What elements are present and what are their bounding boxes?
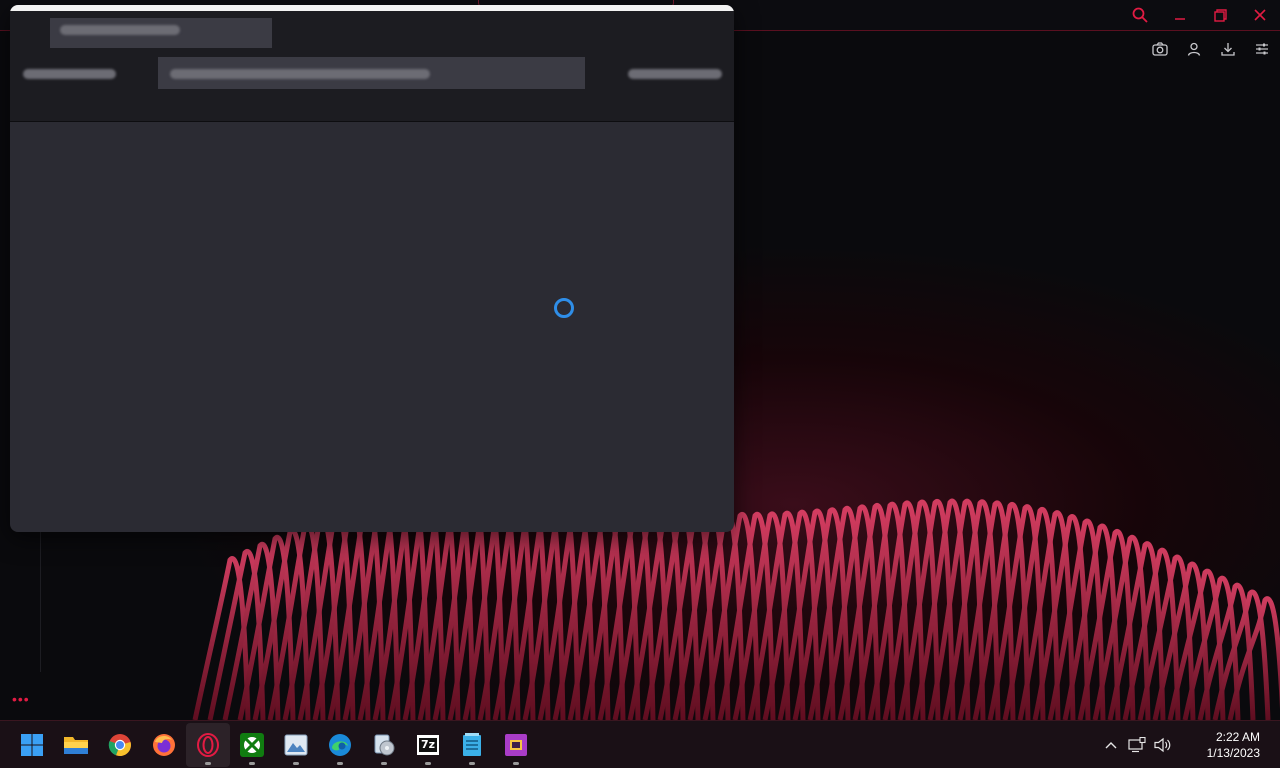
loading-spinner — [554, 298, 574, 318]
restore-icon[interactable] — [1200, 0, 1240, 30]
taskbar: 7z 2:22 AM 1/13/2023 — [0, 720, 1280, 768]
loading-dialog — [10, 5, 734, 532]
network-icon[interactable] — [1124, 725, 1150, 765]
clock-time: 2:22 AM — [1215, 730, 1260, 744]
taskbar-opera-gx[interactable] — [186, 723, 230, 767]
firefox-icon — [153, 734, 175, 756]
placeholder-text — [60, 25, 180, 35]
7zip-icon: 7z — [417, 735, 439, 755]
clock-date: 1/13/2023 — [1206, 746, 1260, 760]
placeholder-text — [23, 69, 116, 79]
running-indicator — [381, 762, 387, 765]
running-indicator — [337, 762, 343, 765]
chevron-up-icon[interactable] — [1098, 725, 1124, 765]
taskbar-edge[interactable] — [318, 723, 362, 767]
7zip-label: 7z — [418, 738, 438, 752]
xbox-icon — [240, 733, 264, 757]
edge-icon — [329, 734, 351, 756]
browser-toolbar — [1150, 38, 1272, 60]
photos-icon — [284, 734, 308, 756]
search-icon[interactable] — [1120, 0, 1160, 30]
taskbar-notepad[interactable] — [450, 723, 494, 767]
running-indicator — [249, 762, 255, 765]
camera-icon[interactable] — [1150, 38, 1170, 60]
chrome-icon — [108, 734, 131, 757]
running-indicator — [469, 762, 475, 765]
taskbar-file-explorer[interactable] — [54, 723, 98, 767]
placeholder-text — [170, 69, 430, 79]
taskbar-apps: 7z — [10, 721, 538, 768]
running-indicator — [205, 762, 211, 765]
system-tray: 2:22 AM 1/13/2023 — [1098, 721, 1280, 768]
taskbar-clock[interactable]: 2:22 AM 1/13/2023 — [1186, 729, 1280, 761]
taskbar-chrome[interactable] — [98, 723, 142, 767]
taskbar-xbox[interactable] — [230, 723, 274, 767]
sidebar-divider — [40, 532, 41, 672]
windows-logo-icon — [21, 734, 43, 756]
dialog-header — [10, 11, 734, 122]
running-indicator — [293, 762, 299, 765]
minimize-icon[interactable] — [1160, 0, 1200, 30]
sidebar-more-button[interactable]: ••• — [12, 692, 30, 706]
user-icon[interactable] — [1184, 38, 1204, 60]
volume-icon[interactable] — [1150, 725, 1176, 765]
taskbar-snipping-tool[interactable] — [494, 723, 538, 767]
media-icon — [374, 734, 395, 756]
running-indicator — [425, 762, 431, 765]
running-indicator — [513, 762, 519, 765]
close-icon[interactable] — [1240, 0, 1280, 30]
taskbar-media-app[interactable] — [362, 723, 406, 767]
taskbar-photos[interactable] — [274, 723, 318, 767]
placeholder-text — [628, 69, 722, 79]
window-controls — [1120, 0, 1280, 30]
settings-icon[interactable] — [1252, 38, 1272, 60]
snip-icon — [505, 734, 527, 756]
download-icon[interactable] — [1218, 38, 1238, 60]
taskbar-firefox[interactable] — [142, 723, 186, 767]
notepad-icon — [463, 733, 481, 756]
start-button[interactable] — [10, 723, 54, 767]
folder-icon — [64, 737, 88, 754]
taskbar-7zip[interactable]: 7z — [406, 723, 450, 767]
opera-icon — [197, 733, 219, 757]
